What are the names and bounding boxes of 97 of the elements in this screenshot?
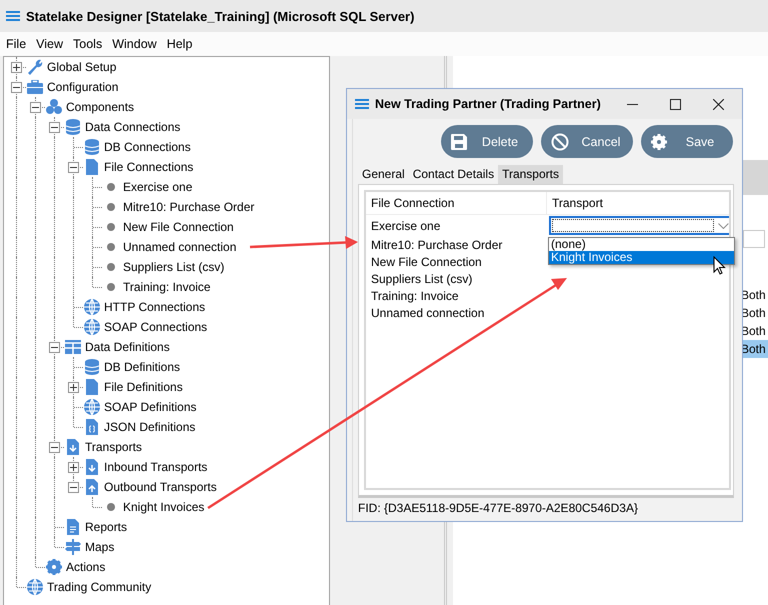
globe-icon xyxy=(84,319,100,335)
tree-item[interactable]: SOAP Definitions xyxy=(104,400,196,414)
tree-item[interactable]: Inbound Transports xyxy=(104,460,208,474)
file-up-icon xyxy=(86,479,98,495)
json-file-icon xyxy=(86,419,98,435)
menu-item[interactable]: Help xyxy=(162,37,198,51)
tree-item[interactable]: Trading Community xyxy=(47,580,152,594)
bullet-icon xyxy=(107,503,115,511)
tree-item[interactable]: Components xyxy=(66,100,134,114)
dropdown-option[interactable]: Knight Invoices xyxy=(549,251,734,264)
menu-item[interactable]: Window xyxy=(107,37,162,51)
tree-item[interactable]: JSON Definitions xyxy=(104,420,196,434)
tree-item[interactable]: Configuration xyxy=(47,80,118,94)
transport-dropdown[interactable] xyxy=(549,216,729,235)
tree-item[interactable]: Data Definitions xyxy=(85,340,170,354)
tab[interactable]: General xyxy=(358,165,409,184)
expander-toggle[interactable] xyxy=(49,442,60,453)
expander-toggle[interactable] xyxy=(11,82,22,93)
table-cell-text: Training: Invoice xyxy=(370,288,460,302)
table-cell-text: Unnamed connection xyxy=(370,306,486,320)
database-icon xyxy=(66,119,80,135)
fid-label: FID: {D3AE5118-9D5E-477E-8970-A2E80C546D3A} xyxy=(358,501,639,515)
window-title: Statelake Designer [Statelake_Training] (Microsoft SQL Server) xyxy=(26,8,414,24)
expander-toggle[interactable] xyxy=(68,482,79,493)
tree-item[interactable]: Outbound Transports xyxy=(104,480,217,494)
tab[interactable]: Contact Details xyxy=(408,165,498,184)
dropdown-option[interactable]: (none) xyxy=(549,238,734,251)
database-icon xyxy=(85,139,99,155)
expander-toggle[interactable] xyxy=(49,342,60,353)
file-icon xyxy=(86,379,98,395)
gear-icon xyxy=(651,134,667,150)
wrench-icon xyxy=(27,59,43,75)
column-header: Transport xyxy=(546,192,729,214)
app-icon xyxy=(6,11,20,21)
bullet-icon xyxy=(107,203,115,211)
action-button[interactable]: Delete xyxy=(441,125,533,158)
globe-icon xyxy=(27,579,43,595)
tree-item[interactable]: Knight Invoices xyxy=(123,500,204,514)
tree-item[interactable]: Global Setup xyxy=(47,60,116,74)
menu-item[interactable]: View xyxy=(31,37,68,51)
bullet-icon xyxy=(107,183,115,191)
cubes-icon xyxy=(46,99,62,115)
app-icon xyxy=(355,99,369,109)
tree-item[interactable]: SOAP Connections xyxy=(104,320,208,334)
tab[interactable]: Transports xyxy=(498,165,563,184)
tree-item[interactable]: HTTP Connections xyxy=(104,300,206,314)
text-field[interactable] xyxy=(743,230,765,248)
tree-item[interactable]: Unnamed connection xyxy=(123,240,236,254)
tree-item[interactable]: New File Connection xyxy=(123,220,234,234)
bullet-icon xyxy=(107,223,115,231)
action-button[interactable]: Cancel xyxy=(541,125,633,158)
report-icon xyxy=(67,519,79,535)
chevron-down-icon xyxy=(718,222,729,228)
column-header: File Connection xyxy=(370,195,456,212)
tree-item[interactable]: Maps xyxy=(85,540,114,554)
ban-icon xyxy=(551,132,569,150)
close-icon[interactable] xyxy=(713,98,724,110)
table-cell-text: Suppliers List (csv) xyxy=(370,272,474,286)
bullet-icon xyxy=(107,263,115,271)
table-cell-text: New File Connection xyxy=(370,254,483,268)
expander-toggle[interactable] xyxy=(68,462,79,473)
tree-item[interactable]: Reports xyxy=(85,520,128,534)
menu-item[interactable]: File xyxy=(1,37,32,51)
expander-toggle[interactable] xyxy=(49,122,60,133)
menu-item[interactable]: Tools xyxy=(68,37,108,51)
table-cell-text: Exercise one xyxy=(370,218,442,232)
maximize-icon[interactable] xyxy=(670,98,681,110)
tree-item[interactable]: Training: Invoice xyxy=(123,280,211,294)
tree-item[interactable]: DB Connections xyxy=(104,140,191,154)
tree-item[interactable]: Transports xyxy=(85,440,142,454)
tree-item[interactable]: Exercise one xyxy=(123,180,192,194)
table-cell-text: Mitre10: Purchase Order xyxy=(370,238,504,252)
file-down-icon xyxy=(86,459,98,475)
file-icon xyxy=(86,159,98,175)
expander-toggle[interactable] xyxy=(68,382,79,393)
tree-item[interactable]: DB Definitions xyxy=(104,360,180,374)
globe-icon xyxy=(84,299,100,315)
action-button[interactable]: Save xyxy=(641,125,733,158)
toolbox-icon xyxy=(27,80,43,94)
expander-toggle[interactable] xyxy=(11,62,22,73)
globe-icon xyxy=(84,399,100,415)
bullet-icon xyxy=(107,283,115,291)
tree-item[interactable]: File Definitions xyxy=(104,380,183,394)
database-icon xyxy=(85,359,99,375)
signpost-icon xyxy=(65,539,81,555)
bullet-icon xyxy=(107,243,115,251)
tree-item[interactable]: Mitre10: Purchase Order xyxy=(123,200,254,214)
grid-icon xyxy=(65,340,81,354)
file-down-icon xyxy=(67,439,79,455)
expander-toggle[interactable] xyxy=(30,102,41,113)
tree-item[interactable]: Suppliers List (csv) xyxy=(123,260,224,274)
tree-item[interactable]: Data Connections xyxy=(85,120,180,134)
dialog-title: New Trading Partner (Trading Partner) xyxy=(375,97,601,111)
tree-item[interactable]: File Connections xyxy=(104,160,194,174)
tree-item[interactable]: Actions xyxy=(66,560,106,574)
gear-icon xyxy=(46,559,62,575)
expander-toggle[interactable] xyxy=(68,162,79,173)
